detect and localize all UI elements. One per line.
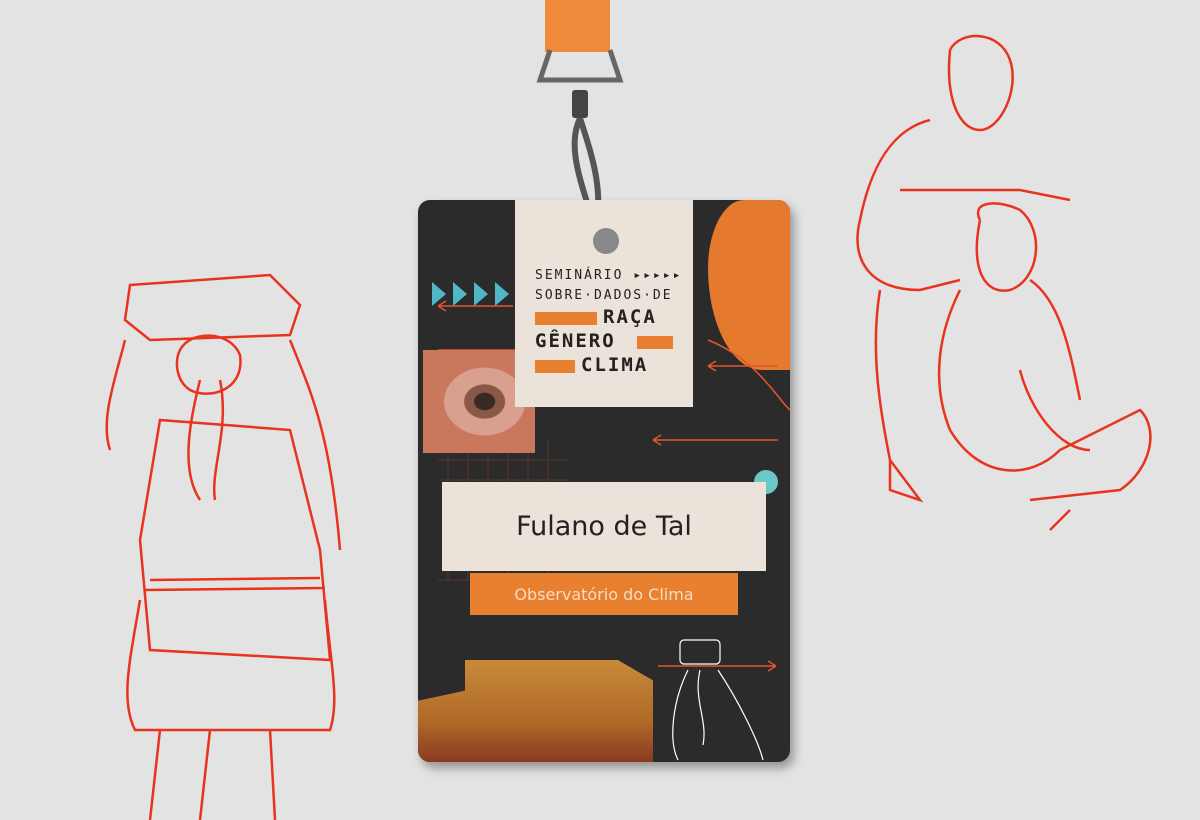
attendee-organization: Observatório do Clima [470, 573, 738, 615]
woman-carrying-load-sketch [105, 273, 342, 820]
woman-braiding-hair-sketch [856, 34, 1152, 531]
logo-bar [535, 312, 597, 325]
badge-hole [593, 228, 619, 254]
attendee-name: Fulano de Tal [442, 482, 766, 571]
logo-line-2: SOBRE·DADOS·DE [535, 288, 673, 303]
logo-line-1: SEMINÁRIO ▸▸▸▸▸ [535, 268, 683, 283]
logo-bar [535, 360, 575, 373]
logo-bar [637, 336, 673, 349]
logo-line-4: GÊNERO [535, 330, 616, 352]
logo-line-5: CLIMA [581, 354, 649, 376]
event-logo-card: SEMINÁRIO ▸▸▸▸▸ SOBRE·DADOS·DE RAÇA GÊNE… [515, 200, 693, 407]
logo-line-3: RAÇA [603, 306, 657, 328]
name-badge: SEMINÁRIO ▸▸▸▸▸ SOBRE·DADOS·DE RAÇA GÊNE… [418, 200, 790, 762]
